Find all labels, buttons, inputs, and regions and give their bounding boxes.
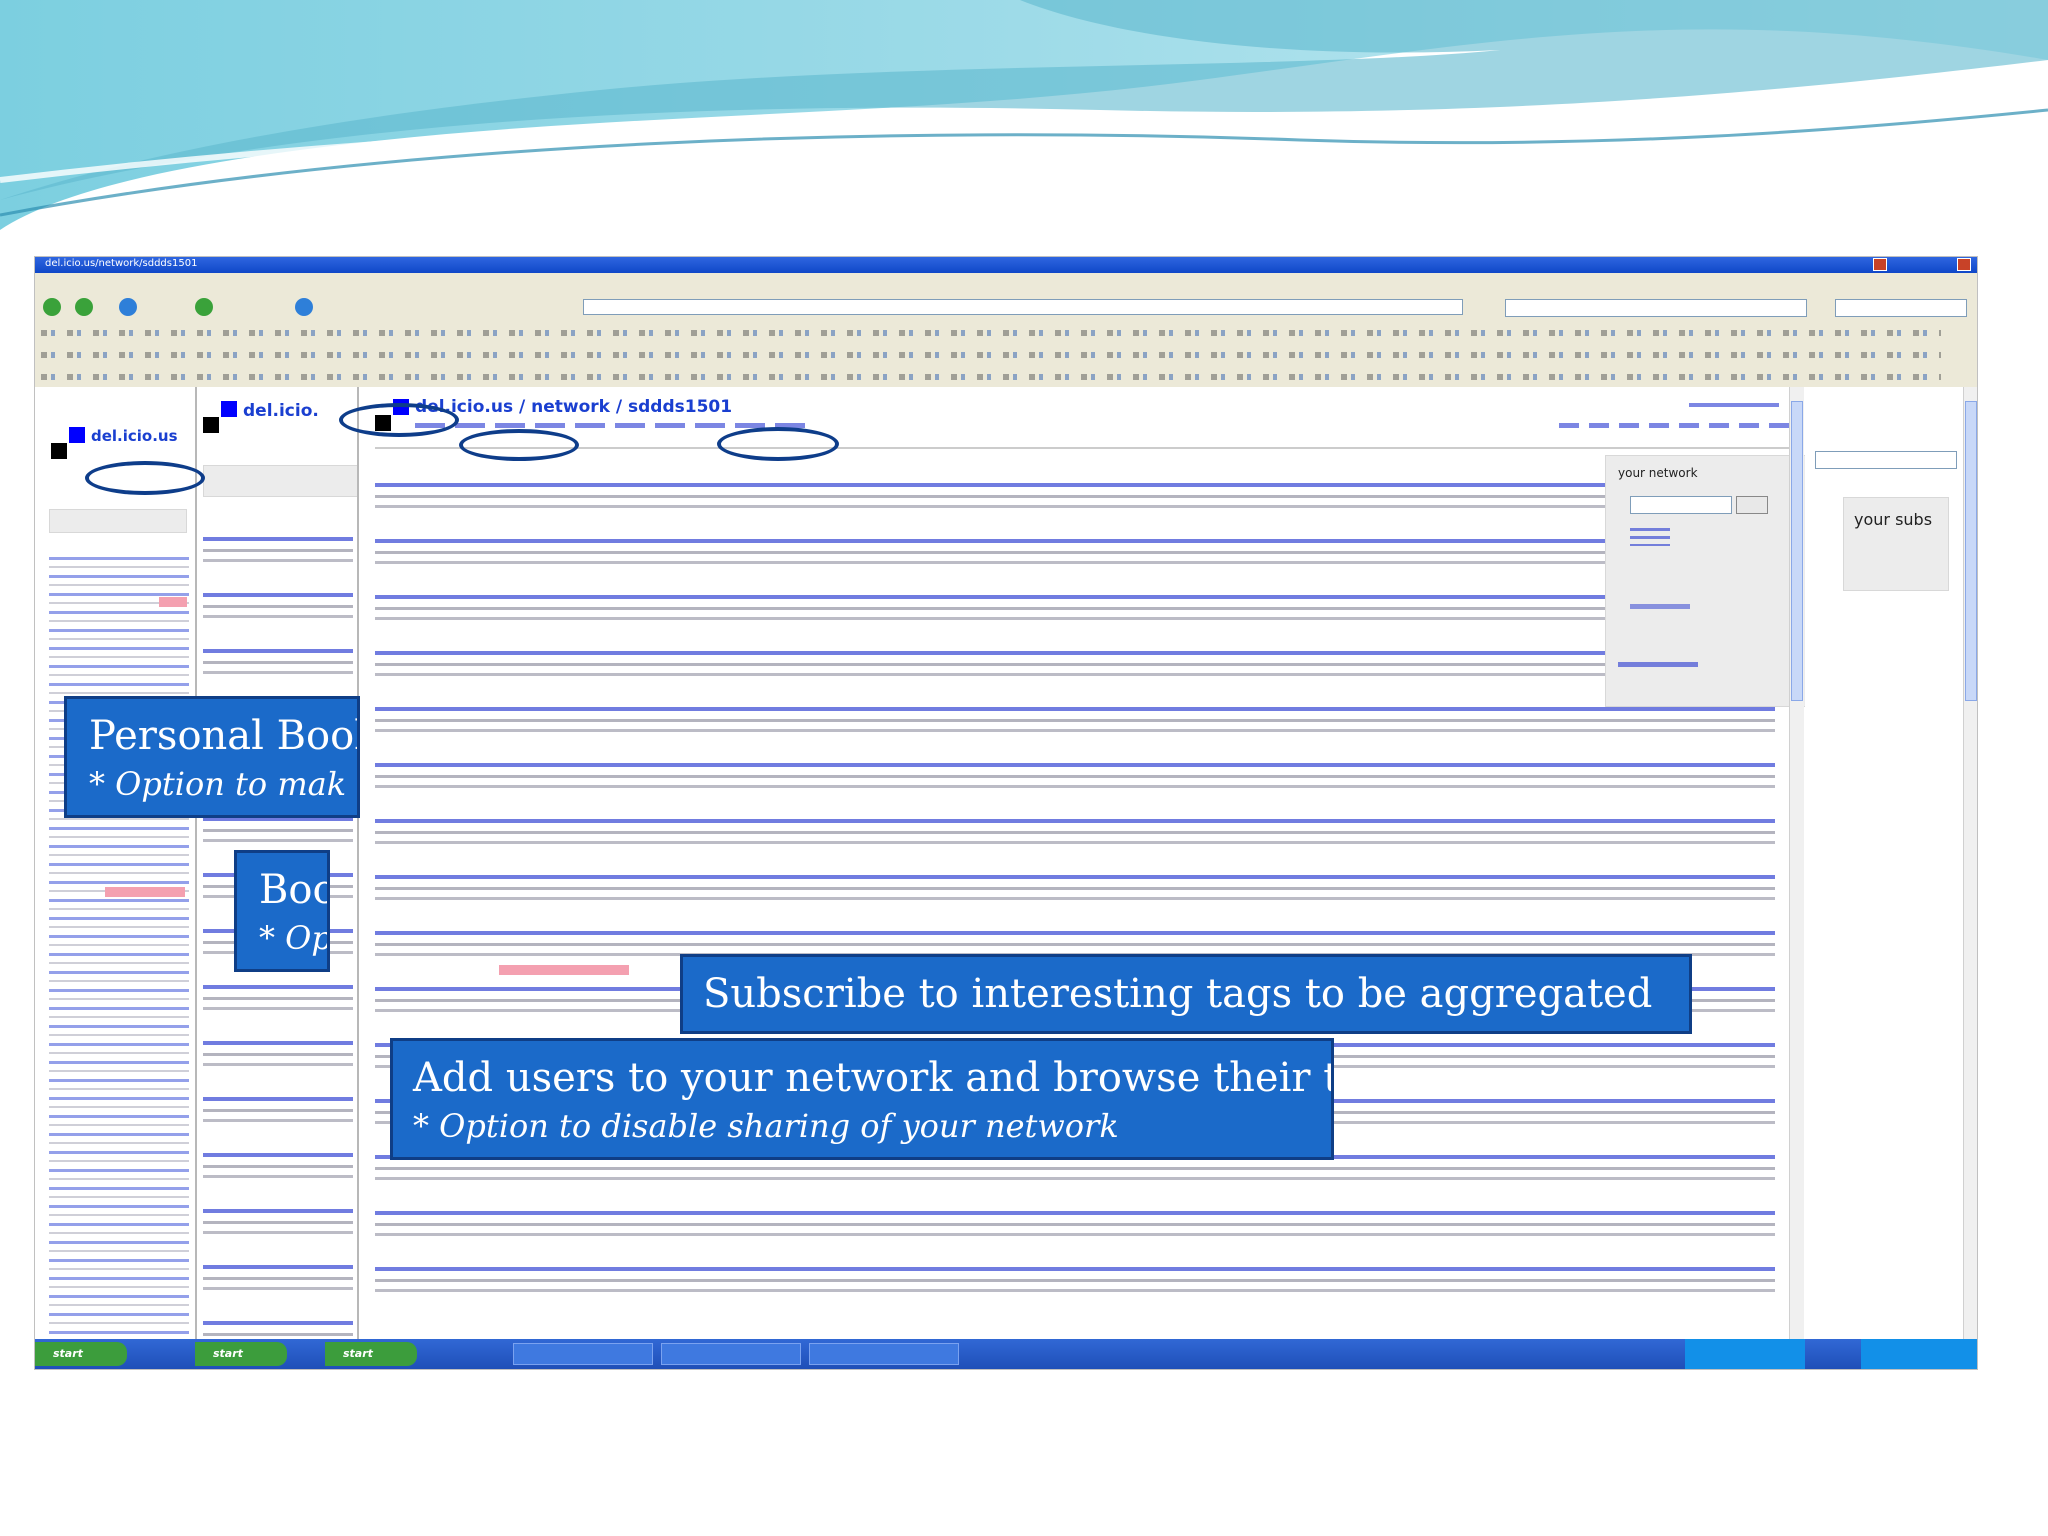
network-bookmark-list [375,483,1775,1323]
highlight-ellipse [339,403,459,437]
highlight-ellipse [717,427,839,461]
front-browser-page: del.icio.us / network / sddds1501 your n… [359,387,1809,1339]
navigation-toolbar [35,291,1977,324]
back-page-title[interactable]: del.icio.us [91,427,178,445]
bookmarks-toolbar [35,323,1977,346]
delicious-logo-icon [221,401,237,417]
network-settings-link[interactable] [1618,662,1698,667]
vertical-scrollbar[interactable] [1789,387,1804,1339]
start-button-2[interactable]: start [195,1342,287,1366]
back-arrow-icon[interactable] [43,298,61,316]
add-user-input[interactable] [1630,496,1732,514]
start-button-3[interactable]: start [325,1342,417,1366]
taskbar-item[interactable] [513,1343,653,1365]
window-title: del.icio.us/network/sddds1501 [45,258,198,269]
callout-heading: Personal Book [89,713,360,759]
subscribe-tags-callout: Subscribe to interesting tags to be aggr… [680,954,1692,1034]
bookmark-list [49,557,189,1337]
start-button[interactable]: start [35,1342,127,1366]
scrollbar-thumb[interactable] [1791,401,1803,701]
taskbar-item[interactable] [809,1343,959,1365]
callout-subtext: * Option to disable sharing of your netw… [413,1107,1119,1145]
front-page-title[interactable]: del.icio.us / network / sddds1501 [415,397,732,417]
header-divider [375,447,1795,449]
delicious-logo-dark-icon [203,417,219,433]
your-fans-link[interactable] [1630,604,1690,609]
address-bar[interactable] [583,299,1463,315]
bookmarks-callout: Boo * Op [234,850,330,972]
tag-badge [499,965,629,975]
right-browser-page: your subs [1805,387,1963,1339]
network-user-links[interactable] [1630,528,1670,546]
subscriptions-sidebar: your subs [1843,497,1949,591]
callout-subtext: * Op [259,919,330,957]
extensions-toolbar [35,345,1977,368]
callout-heading: Boo [259,867,330,913]
delicious-logo-icon [69,427,85,443]
back-browser-page: del.icio.us [35,387,195,1339]
callout-heading: Add users to your network and browse the… [413,1055,1334,1101]
tag-search-box[interactable] [49,509,187,533]
login-links[interactable] [1689,403,1779,407]
forward-arrow-icon[interactable] [75,298,93,316]
highlight-ellipse [459,429,579,461]
search-input[interactable] [1505,299,1807,317]
personal-bookmarks-callout: Personal Book * Option to mak [64,696,360,818]
top-right-links[interactable] [1559,423,1799,428]
menu-bar [35,273,1977,292]
your-subs-label: your subs [1854,510,1933,529]
reload-icon-2[interactable] [295,298,313,316]
search-input-2[interactable] [1835,299,1967,317]
reload-icon[interactable] [119,298,137,316]
taskbar-item[interactable] [661,1343,801,1365]
system-tray-2 [1861,1339,1977,1369]
network-sidebar: your network [1605,455,1807,707]
tag-badge [159,597,187,607]
your-network-label: your network [1618,466,1698,480]
tag-badge [105,887,185,897]
back-arrow-icon-2[interactable] [195,298,213,316]
search-input-3[interactable] [1815,451,1957,469]
add-user-button[interactable] [1736,496,1768,514]
close-window-button[interactable] [1873,258,1887,271]
network-callout: Add users to your network and browse the… [390,1038,1334,1160]
close-window-button-2[interactable] [1957,258,1971,271]
scrollbar-thumb-2[interactable] [1965,401,1977,701]
delicious-logo-dark-icon [51,443,67,459]
highlight-ellipse [85,461,205,495]
system-tray [1685,1339,1805,1369]
window-titlebar: del.icio.us/network/sddds1501 [35,257,1977,273]
windows-taskbar: start start start [35,1339,1977,1369]
vertical-scrollbar-2[interactable] [1963,387,1977,1339]
tag-search-box[interactable] [203,465,359,497]
middle-page-title[interactable]: del.icio. [243,401,319,421]
callout-heading: Subscribe to interesting tags to be aggr… [703,971,1653,1017]
wave-banner [0,0,2048,230]
callout-subtext: * Option to mak [89,765,347,803]
delicious-toolbar [35,367,1977,388]
